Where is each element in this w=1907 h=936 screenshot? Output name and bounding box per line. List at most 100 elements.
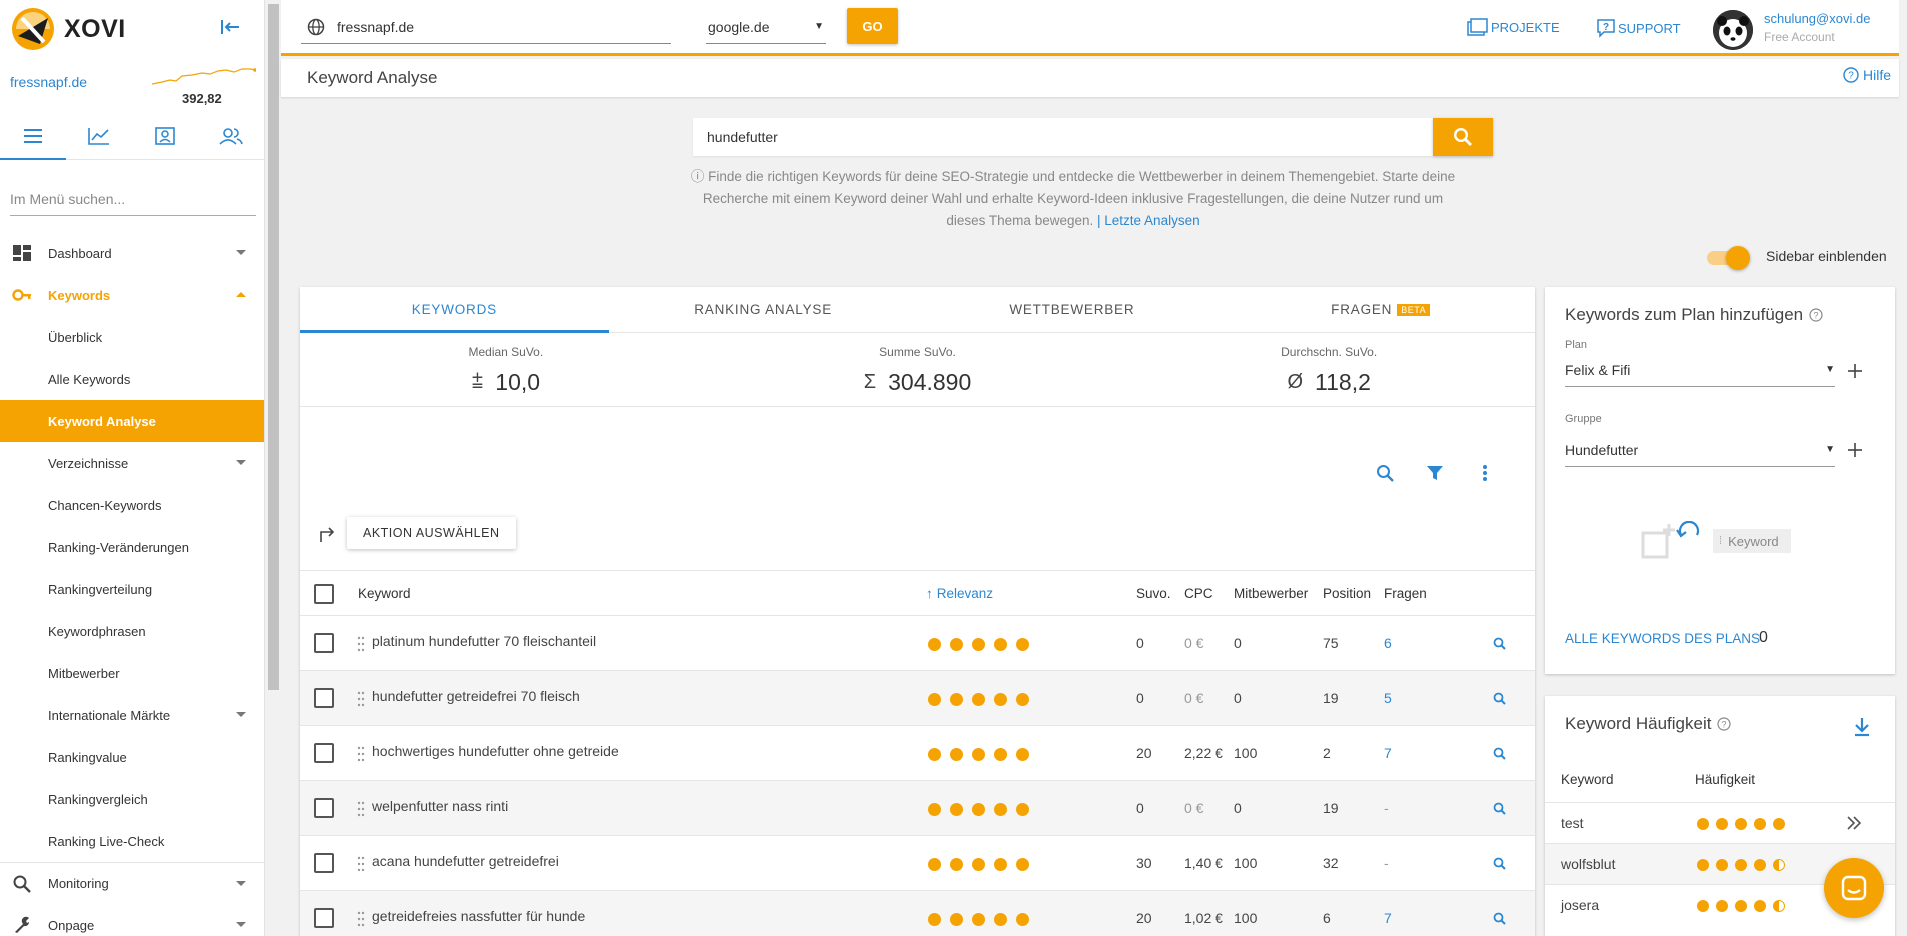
relevance-rating	[928, 638, 1029, 651]
chat-button[interactable]	[1824, 858, 1884, 918]
support-link[interactable]: ? SUPPORT	[1596, 18, 1681, 38]
sidebar-item-rankingvergleich[interactable]: Rankingvergleich	[0, 778, 264, 820]
menu-search-input[interactable]	[10, 182, 256, 216]
tab-keywords[interactable]: KEYWORDS	[300, 287, 609, 333]
help-link[interactable]: ? Hilfe	[1843, 67, 1891, 83]
table-row[interactable]: platinum hundefutter 70 fleischanteil 0 0 …	[300, 616, 1535, 671]
page-scrollbar[interactable]	[1899, 0, 1907, 936]
help-icon[interactable]: ?	[1809, 308, 1823, 322]
plan-select[interactable]: Felix & Fifi ▼	[1565, 353, 1835, 387]
user-email[interactable]: schulung@xovi.de	[1764, 11, 1870, 26]
questions-cell[interactable]: 5	[1384, 690, 1392, 706]
search-engine-select[interactable]: google.de ▼	[706, 10, 826, 44]
row-checkbox[interactable]	[314, 633, 334, 653]
user-avatar[interactable]	[1713, 10, 1753, 50]
drag-handle-icon[interactable]	[357, 855, 365, 873]
projects-link[interactable]: PROJEKTE	[1467, 18, 1560, 36]
row-checkbox[interactable]	[314, 853, 334, 873]
row-search-icon[interactable]	[1492, 801, 1508, 817]
keyword-search-input[interactable]	[693, 118, 1433, 156]
intro-text: Finde die richtigen Keywords für deine S…	[702, 169, 1456, 228]
table-row[interactable]: welpenfutter nass rinti 0 0 € 0 19 -	[300, 781, 1535, 836]
select-action-button[interactable]: AKTION AUSWÄHLEN	[347, 517, 516, 549]
row-search-icon[interactable]	[1492, 856, 1508, 872]
sidebar-tab-menu[interactable]	[0, 112, 66, 160]
row-checkbox[interactable]	[314, 908, 334, 928]
col-position[interactable]: Position	[1323, 586, 1371, 601]
col-competitors[interactable]: Mitbewerber	[1234, 586, 1308, 601]
sidebar-tab-users[interactable]	[198, 112, 264, 159]
keyword-search-button[interactable]	[1433, 118, 1493, 156]
download-icon[interactable]	[1852, 716, 1872, 738]
sidebar-item-dashboard[interactable]: Dashboard	[0, 232, 264, 274]
add-group-icon[interactable]	[1845, 440, 1865, 460]
questions-cell[interactable]: 7	[1384, 745, 1392, 761]
xovi-logo[interactable]: XOVI	[10, 6, 160, 52]
collapse-sidebar-icon[interactable]	[218, 16, 242, 38]
table-row[interactable]: acana hundefutter getreidefrei 30 1,40 € 10…	[300, 836, 1535, 891]
help-icon[interactable]: ?	[1717, 717, 1732, 731]
filter-button[interactable]	[1423, 461, 1447, 485]
group-select[interactable]: Hundefutter ▼	[1565, 433, 1835, 467]
row-checkbox[interactable]	[314, 688, 334, 708]
tab-wettbewerber[interactable]: WETTBEWERBER	[918, 287, 1227, 332]
more-options-button[interactable]	[1473, 461, 1497, 485]
sidebar-item-chancen-keywords[interactable]: Chancen-Keywords	[0, 484, 264, 526]
domain-input[interactable]	[337, 18, 637, 35]
table-row[interactable]: getreidefreies nassfutter für hunde 20 1,0…	[300, 891, 1535, 936]
sidebar-item-alle-keywords[interactable]: Alle Keywords	[0, 358, 264, 400]
table-row[interactable]: hundefutter getreidefrei 70 fleisch 0 0 € 0…	[300, 671, 1535, 726]
competitors-cell: 0	[1234, 635, 1242, 651]
sidebar-item-rankingverteilung[interactable]: Rankingverteilung	[0, 568, 264, 610]
sidebar-tab-contacts[interactable]	[132, 112, 198, 159]
sidebar-item-rankingvalue[interactable]: Rankingvalue	[0, 736, 264, 778]
tab-fragen[interactable]: FRAGEN BETA	[1226, 287, 1535, 332]
last-analyses-link[interactable]: | Letzte Analysen	[1097, 213, 1200, 228]
sidebar-item-monitoring[interactable]: Monitoring	[0, 862, 264, 904]
add-plan-icon[interactable]	[1845, 361, 1865, 381]
col-relevance[interactable]: ↑ Relevanz	[926, 586, 993, 601]
all-keywords-link[interactable]: ALLE KEYWORDS DES PLANS	[1565, 631, 1760, 646]
sidebar-item-mitbewerber[interactable]: Mitbewerber	[0, 652, 264, 694]
col-cpc[interactable]: CPC	[1184, 586, 1213, 601]
col-keyword[interactable]: Keyword	[358, 586, 411, 601]
sidebar-item-keyword-analyse[interactable]: Keyword Analyse	[0, 400, 264, 442]
sidebar-scrollbar[interactable]	[264, 0, 281, 936]
sidebar-item-onpage[interactable]: Onpage	[0, 904, 264, 936]
sidebar-tab-charts[interactable]	[66, 112, 132, 159]
row-search-icon[interactable]	[1492, 636, 1508, 652]
row-checkbox[interactable]	[314, 798, 334, 818]
sidebar-item-ranking-live-check[interactable]: Ranking Live-Check	[0, 820, 264, 862]
row-search-icon[interactable]	[1492, 691, 1508, 707]
row-search-icon[interactable]	[1492, 746, 1508, 762]
table-row[interactable]: hochwertiges hundefutter ohne getreide 20…	[300, 726, 1535, 781]
drag-handle-icon[interactable]	[357, 635, 365, 653]
questions-cell[interactable]: 7	[1384, 910, 1392, 926]
col-suvo[interactable]: Suvo.	[1136, 586, 1171, 601]
sidebar-item-keywords[interactable]: Keywords	[0, 274, 264, 316]
row-search-icon[interactable]	[1492, 911, 1508, 927]
drag-handle-icon[interactable]	[357, 690, 365, 708]
drag-handle-icon[interactable]	[357, 800, 365, 818]
go-button[interactable]: GO	[847, 8, 898, 44]
tab-ranking-analyse[interactable]: RANKING ANALYSE	[609, 287, 918, 332]
sidebar-item-ueberblick[interactable]: Überblick	[0, 316, 264, 358]
frequency-dot	[1754, 859, 1766, 871]
table-search-button[interactable]	[1373, 461, 1397, 485]
sidebar-item-keywordphrasen[interactable]: Keywordphrasen	[0, 610, 264, 652]
sidebar-scrollbar-thumb[interactable]	[268, 4, 279, 690]
questions-cell[interactable]: 6	[1384, 635, 1392, 651]
drag-handle-icon[interactable]	[357, 745, 365, 763]
drag-handle-icon[interactable]	[357, 910, 365, 928]
sidebar-toggle[interactable]	[1707, 246, 1751, 270]
row-checkbox[interactable]	[314, 743, 334, 763]
col-questions[interactable]: Fragen	[1384, 586, 1427, 601]
select-all-checkbox[interactable]	[314, 584, 334, 604]
double-chevron-right-icon[interactable]	[1845, 814, 1863, 832]
project-link[interactable]: fressnapf.de	[10, 74, 87, 90]
sidebar-item-ranking-veraenderungen[interactable]: Ranking-Veränderungen	[0, 526, 264, 568]
sidebar-item-verzeichnisse[interactable]: Verzeichnisse	[0, 442, 264, 484]
draggable-keyword-chip[interactable]: ⁞ Keyword	[1713, 529, 1791, 553]
domain-field[interactable]	[301, 10, 671, 44]
sidebar-item-internationale-maerkte[interactable]: Internationale Märkte	[0, 694, 264, 736]
